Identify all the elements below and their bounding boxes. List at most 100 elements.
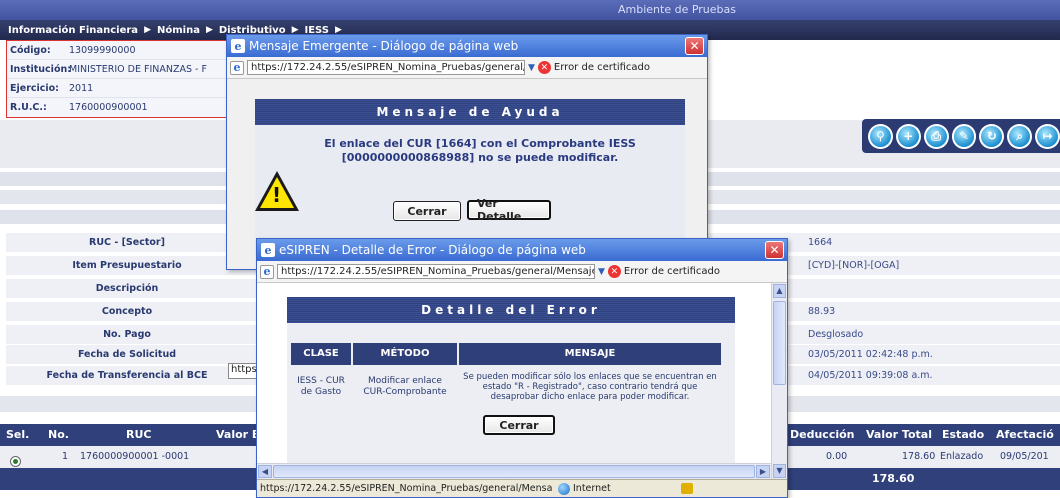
info-row-ruc: R.U.C.: 1760000900001 [7, 98, 253, 117]
col-clase: CLASE [291, 343, 351, 365]
help-message-dialog: e Mensaje Emergente - Diálogo de página … [226, 34, 708, 270]
globe-icon [558, 482, 570, 495]
radio-selected-icon[interactable] [10, 456, 21, 467]
field-value: 88.93 [808, 306, 836, 317]
edit-icon[interactable]: ✎ [951, 123, 977, 149]
field-label: No. Pago [103, 329, 151, 340]
cell-no: 1 [62, 451, 69, 462]
page-icon: e [230, 60, 244, 75]
address-field[interactable]: https://172.24.2.55/eSIPREN_Nomina_Prueb… [247, 60, 525, 75]
vertical-scrollbar[interactable]: ▲ ▼ [771, 283, 787, 479]
print-icon[interactable]: ⎙ [923, 123, 949, 149]
certificate-error-icon: ✕ [537, 61, 551, 74]
info-row-codigo: Código: 13099990000 [7, 41, 253, 60]
dialog-title: Mensaje Emergente - Diálogo de página we… [249, 39, 519, 53]
cell-estado: Enlazado [940, 451, 984, 462]
info-value: 13099990000 [69, 44, 136, 56]
nav-item-nomina[interactable]: Nómina [157, 25, 200, 36]
institution-info-panel: Código: 13099990000 Institución: MINISTE… [6, 40, 254, 118]
dialog-heading: Detalle del Error [287, 297, 735, 323]
field-label: Concepto [101, 306, 153, 317]
field-label: RUC - [Sector] [89, 237, 165, 248]
certificate-error[interactable]: ✕ Error de certificado [537, 61, 651, 74]
error-detail-dialog: e eSIPREN - Detalle de Error - Diálogo d… [256, 238, 788, 498]
col-valor[interactable]: Valor E [216, 428, 259, 441]
status-bar: https://172.24.2.55/eSIPREN_Nomina_Prueb… [257, 479, 787, 497]
chevron-right-icon: ▶ [144, 25, 151, 35]
close-button[interactable]: Cerrar [483, 415, 555, 435]
warning-exclamation: ! [272, 183, 282, 207]
scroll-thumb[interactable] [273, 465, 755, 478]
page-icon: e [260, 264, 274, 279]
col-valor-total[interactable]: Valor Total [866, 428, 932, 441]
scroll-down-icon[interactable]: ▼ [773, 464, 786, 478]
zone-label: Internet [573, 483, 611, 494]
chevron-down-icon[interactable]: ▼ [528, 63, 535, 73]
nav-item-informacion-financiera[interactable]: Información Financiera [8, 25, 138, 36]
info-row-institucion: Institución: MINISTERIO DE FINANZAS - F [7, 60, 253, 79]
cell-ruc: 1760000900001 -0001 [80, 451, 190, 462]
status-url: https://172.24.2.55/eSIPREN_Nomina_Prueb… [260, 483, 552, 494]
field-value: Desglosado [808, 329, 864, 340]
scroll-up-icon[interactable]: ▲ [773, 284, 786, 298]
close-icon[interactable]: ✕ [685, 37, 704, 55]
info-value: 1760000900001 [69, 102, 148, 113]
field-label: Fecha de Transferencia al BCE [46, 370, 208, 381]
cell-metodo: Modificar enlace CUR-Comprobante [353, 367, 457, 407]
exit-icon[interactable]: ↦ [1035, 123, 1060, 149]
address-bar: e https://172.24.2.55/eSIPREN_Nomina_Pru… [257, 261, 787, 283]
dialog-titlebar[interactable]: e Mensaje Emergente - Diálogo de página … [227, 35, 707, 57]
chevron-down-icon[interactable]: ▼ [598, 267, 605, 277]
field-value: 1664 [808, 237, 833, 248]
col-ruc[interactable]: RUC [126, 428, 151, 441]
dialog-message: El enlace del CUR [1664] con el Comproba… [324, 137, 636, 164]
add-icon[interactable]: + [895, 123, 921, 149]
col-estado[interactable]: Estado [942, 428, 984, 441]
col-no[interactable]: No. [48, 428, 69, 441]
cell-deduccion: 0.00 [826, 451, 848, 462]
horizontal-scrollbar[interactable]: ◀ ▶ [257, 463, 771, 479]
scroll-right-icon[interactable]: ▶ [756, 465, 770, 478]
lock-icon[interactable] [680, 483, 693, 494]
chevron-right-icon: ▶ [205, 25, 213, 35]
close-icon[interactable]: ✕ [765, 241, 784, 259]
environment-label: Ambiente de Pruebas [618, 3, 736, 16]
col-deduccion[interactable]: Deducción [790, 428, 855, 441]
cell-mensaje: Se pueden modificar sólo los enlaces que… [459, 367, 721, 407]
dialog-title: eSIPREN - Detalle de Error - Diálogo de … [279, 243, 586, 257]
info-key: R.U.C.: [10, 102, 47, 113]
cell-clase: IESS - CUR de Gasto [291, 367, 351, 407]
address-bar: e https://172.24.2.55/eSIPREN_Nomina_Pru… [227, 57, 707, 79]
search-doc-icon[interactable]: ⌕ [1007, 123, 1033, 149]
environment-bar: Ambiente de Pruebas [0, 0, 1060, 20]
certificate-error-icon: ✕ [607, 265, 621, 278]
cell-afectacion: 09/05/201 [1000, 451, 1049, 462]
col-metodo: MÉTODO [353, 343, 457, 365]
view-detail-button[interactable]: Ver Detalle [467, 197, 551, 223]
refresh-icon[interactable]: ↻ [979, 123, 1005, 149]
scroll-thumb[interactable] [773, 301, 786, 385]
cell-valor-total: 178.60 [902, 451, 936, 462]
dialog-titlebar[interactable]: e eSIPREN - Detalle de Error - Diálogo d… [257, 239, 787, 261]
info-key: Código: [10, 44, 51, 56]
col-sel[interactable]: Sel. [6, 428, 29, 441]
certificate-error-label: Error de certificado [553, 62, 651, 73]
total-value: 178.60 [872, 472, 915, 485]
browser-page: Ambiente de Pruebas Información Financie… [0, 0, 1060, 498]
error-table: CLASE MÉTODO MENSAJE IESS - CUR de Gasto… [287, 323, 735, 473]
dialog-body: Detalle del Error CLASE MÉTODO MENSAJE I… [257, 283, 787, 479]
address-field[interactable]: https://172.24.2.55/eSIPREN_Nomina_Prueb… [277, 264, 595, 279]
dialog-heading: Mensaje de Ayuda [255, 99, 685, 125]
scroll-left-icon[interactable]: ◀ [258, 465, 272, 478]
action-toolbar: ⚲ + ⎙ ✎ ↻ ⌕ ↦ [862, 119, 1060, 153]
info-key: Ejercicio: [10, 82, 59, 94]
ie-icon: e [261, 243, 275, 257]
certificate-error[interactable]: ✕ Error de certificado [607, 265, 720, 278]
close-button[interactable]: Cerrar [393, 201, 461, 221]
info-value: 2011 [69, 82, 94, 94]
field-value: 03/05/2011 02:42:48 p.m. [808, 349, 933, 360]
col-afectacion[interactable]: Afectació [996, 428, 1054, 441]
field-label: Fecha de Solicitud [77, 349, 177, 360]
preview-icon[interactable]: ⚲ [868, 123, 893, 149]
field-label: Item Presupuestario [72, 260, 182, 271]
